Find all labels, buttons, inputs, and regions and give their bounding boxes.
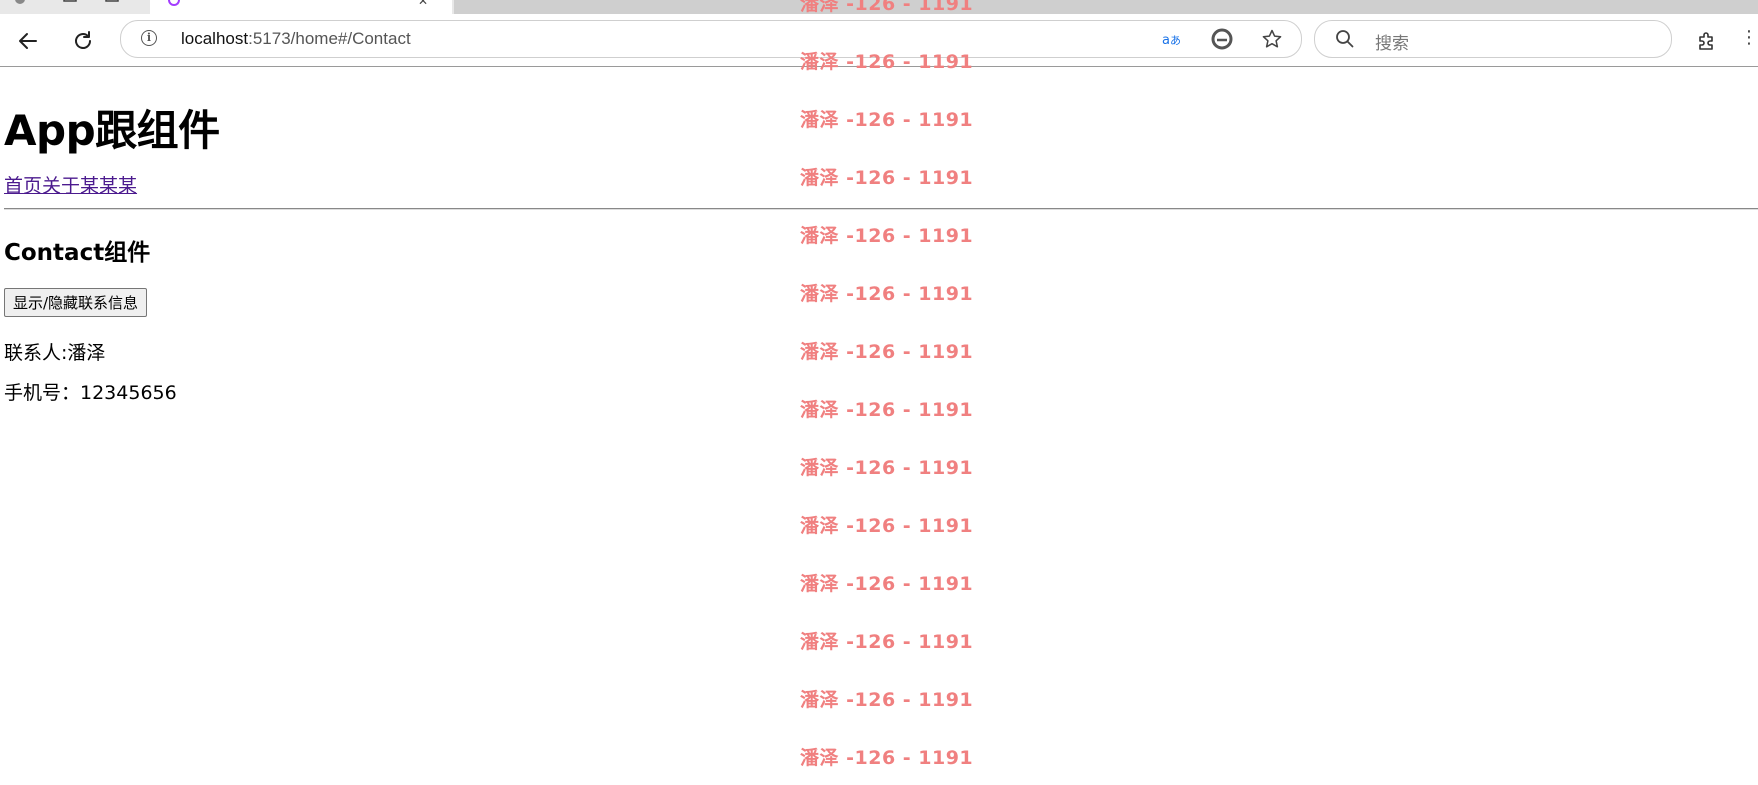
- extensions-icon: [1699, 32, 1713, 50]
- page-title: App跟组件: [4, 106, 220, 155]
- browser-toolbar: localhost:5173/home#/Contact aあ 搜索 ⋮: [0, 14, 1758, 67]
- route-nav: 首页关于某某某: [4, 171, 137, 198]
- svg-text:a: a: [1162, 33, 1170, 48]
- section-title: Contact组件: [4, 240, 151, 266]
- tab-actions-icon[interactable]: [62, 0, 78, 8]
- tab-close-icon[interactable]: ✕: [418, 0, 428, 8]
- extensions-button[interactable]: [1692, 27, 1720, 55]
- search-icon: [1335, 29, 1355, 53]
- address-bar[interactable]: localhost:5173/home#/Contact aあ: [120, 20, 1302, 58]
- info-icon[interactable]: [141, 30, 157, 46]
- more-icon[interactable]: ⋮: [1740, 27, 1758, 55]
- toggle-contact-button[interactable]: 显示/隐藏联系信息: [4, 288, 148, 317]
- svg-text:あ: あ: [1170, 34, 1181, 47]
- search-placeholder: 搜索: [1375, 34, 1409, 54]
- tab-strip-background: [454, 0, 1758, 14]
- tab-active[interactable]: [150, 0, 452, 14]
- back-icon: [19, 33, 37, 49]
- edge-icon[interactable]: [1211, 28, 1233, 50]
- contact-phone: 手机号：12345656: [4, 382, 177, 404]
- tab-strip: ✕: [0, 0, 1758, 14]
- nav-link-home[interactable]: 首页: [4, 175, 42, 197]
- tab-list-icon[interactable]: [104, 0, 120, 8]
- contact-person: 联系人:潘泽: [4, 342, 106, 364]
- search-box[interactable]: 搜索: [1314, 20, 1672, 58]
- refresh-icon: [75, 31, 91, 49]
- divider: [4, 208, 1758, 210]
- favorite-star-icon[interactable]: [1261, 28, 1283, 50]
- page-content: App跟组件 首页关于某某某 Contact组件 显示/隐藏联系信息 联系人:潘…: [0, 67, 1758, 785]
- address-url[interactable]: localhost:5173/home#/Contact: [181, 29, 411, 49]
- nav-link-mou[interactable]: 某某某: [80, 175, 137, 197]
- translate-icon[interactable]: aあ: [1161, 28, 1183, 50]
- refresh-button[interactable]: [69, 27, 97, 55]
- nav-link-about[interactable]: 关于: [42, 175, 80, 197]
- back-button[interactable]: [14, 27, 42, 55]
- profile-icon[interactable]: [12, 0, 28, 8]
